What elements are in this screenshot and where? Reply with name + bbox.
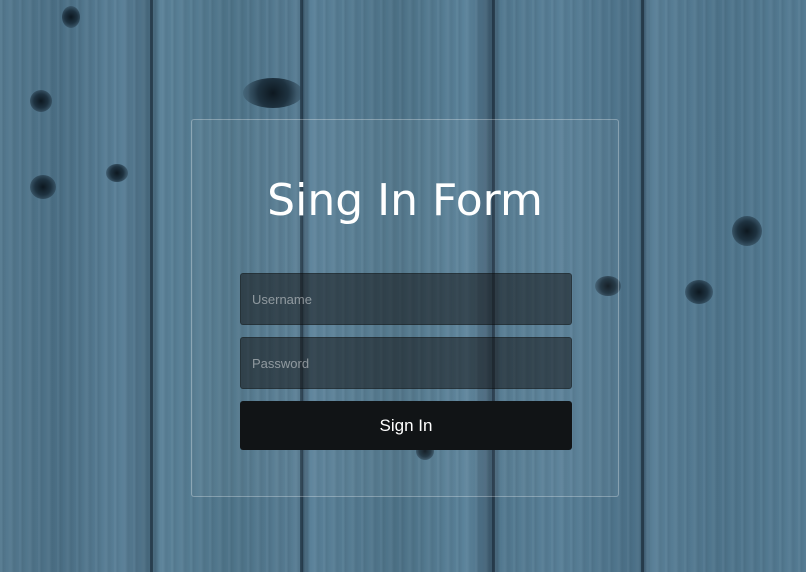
wood-knot [62, 6, 80, 28]
wood-knot [106, 164, 128, 182]
wood-knot [243, 78, 303, 108]
wood-knot [685, 280, 713, 304]
wood-knot [30, 175, 56, 199]
plank-seam [641, 0, 644, 572]
wood-knot [732, 216, 762, 246]
plank-seam [150, 0, 153, 572]
sign-in-form: Sing In Form Sign In [191, 119, 619, 497]
password-input[interactable] [240, 337, 572, 389]
wood-knot [30, 90, 52, 112]
sign-in-button[interactable]: Sign In [240, 401, 572, 450]
form-title: Sing In Form [267, 175, 543, 226]
username-input[interactable] [240, 273, 572, 325]
